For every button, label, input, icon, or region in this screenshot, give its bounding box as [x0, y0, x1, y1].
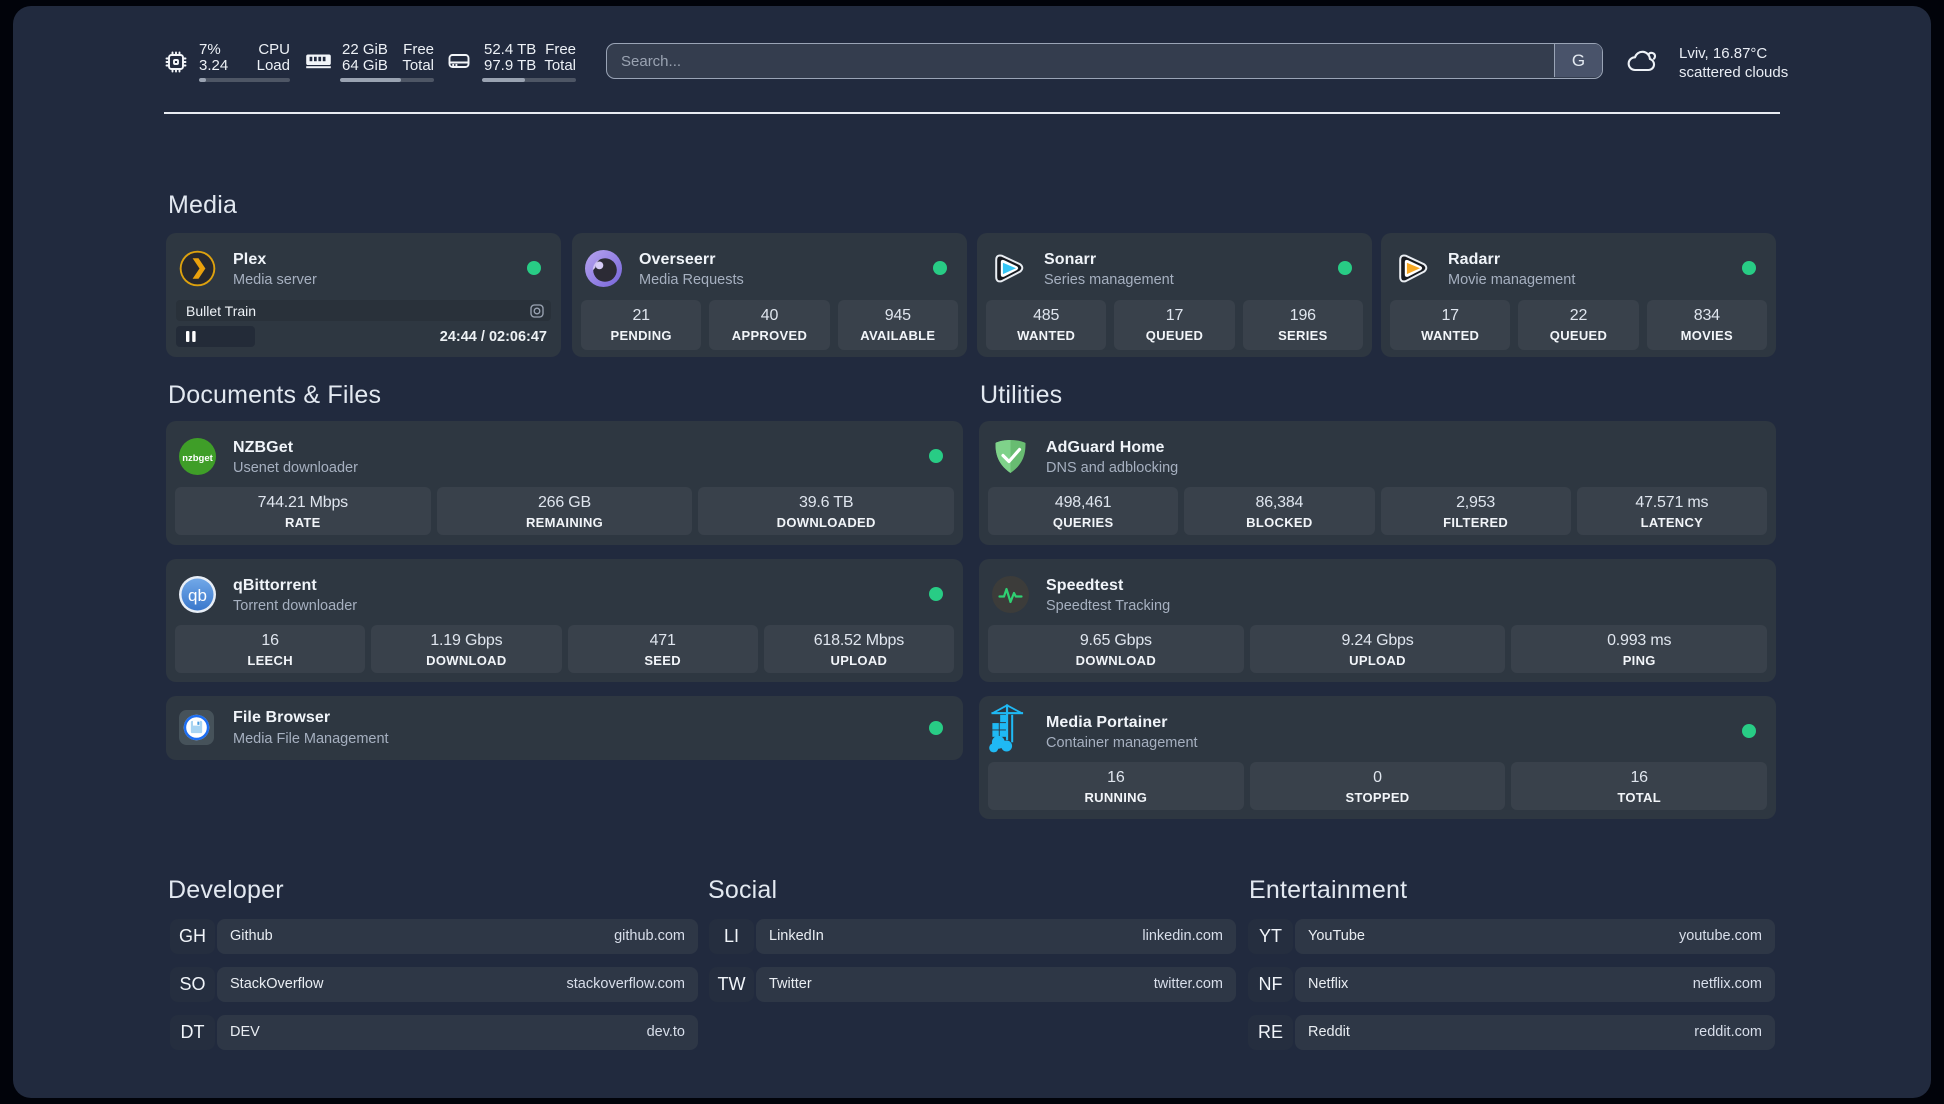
svg-text:nzbget: nzbget — [182, 453, 213, 464]
svg-text:qb: qb — [188, 586, 207, 605]
